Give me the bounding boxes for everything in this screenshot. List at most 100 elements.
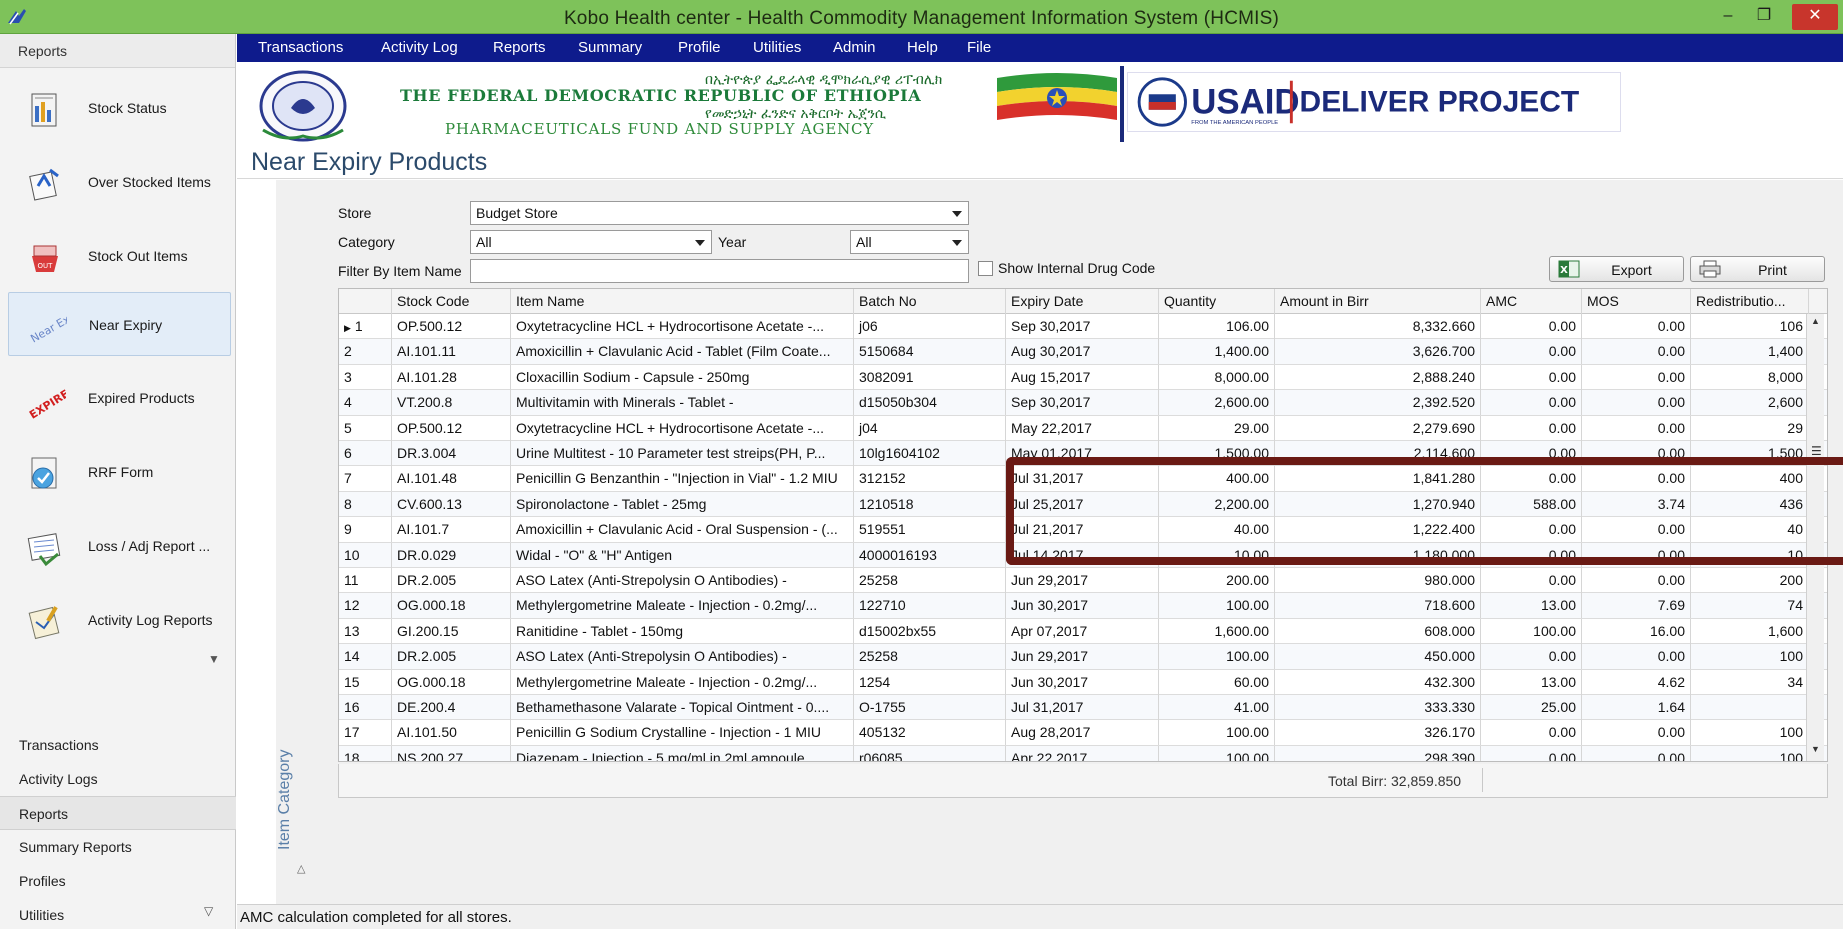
cell-quantity[interactable]: 1,400.00 <box>1159 339 1275 365</box>
cell-mos[interactable]: 0.00 <box>1582 390 1691 416</box>
menu-file[interactable]: File <box>967 39 991 56</box>
cell-batch-no[interactable]: O-1755 <box>854 695 1006 720</box>
cell-item-name[interactable]: Widal - "O" & "H" Antigen <box>511 542 854 568</box>
column-header-redistribution[interactable]: Redistributio... <box>1691 289 1809 314</box>
cell-item-name[interactable]: Ranitidine - Tablet - 150mg <box>511 618 854 644</box>
cell-mos[interactable]: 0.00 <box>1582 364 1691 390</box>
cell-amc[interactable]: 13.00 <box>1481 669 1582 695</box>
row-number[interactable]: 9 <box>339 517 392 543</box>
cell-stock-code[interactable]: DE.200.4 <box>392 695 511 720</box>
menu-utilities[interactable]: Utilities <box>753 39 801 56</box>
nav-activity-log-reports[interactable]: Activity Log Reports <box>8 588 231 652</box>
nav-near-expiry[interactable]: Near Exp Near Expiry <box>8 292 231 356</box>
cell-stock-code[interactable]: OP.500.12 <box>392 415 511 441</box>
menu-summary[interactable]: Summary <box>578 39 642 56</box>
scroll-up-icon[interactable]: ▲ <box>1811 316 1820 326</box>
cell-stock-code[interactable]: CV.600.13 <box>392 491 511 517</box>
cell-mos[interactable]: 0.00 <box>1582 542 1691 568</box>
cell-mos[interactable]: 3.74 <box>1582 491 1691 517</box>
column-header-batch-no[interactable]: Batch No <box>854 289 1006 314</box>
table-row[interactable]: 18 NS.200.27 Diazepam - Injection - 5 mg/m… <box>339 745 1827 761</box>
row-number[interactable]: 3 <box>339 364 392 390</box>
maximize-button[interactable]: ❐ <box>1746 4 1782 30</box>
row-number[interactable]: 5 <box>339 415 392 441</box>
cell-batch-no[interactable]: 25258 <box>854 568 1006 593</box>
cell-mos[interactable]: 0.00 <box>1582 568 1691 593</box>
cell-batch-no[interactable]: j04 <box>854 415 1006 441</box>
menu-help[interactable]: Help <box>907 39 938 56</box>
cell-amount[interactable]: 450.000 <box>1275 644 1481 670</box>
cell-item-name[interactable]: Cloxacillin Sodium - Capsule - 250mg <box>511 364 854 390</box>
row-number[interactable]: 13 <box>339 618 392 644</box>
cell-redistribution[interactable] <box>1691 695 1809 720</box>
cell-item-name[interactable]: Urine Multitest - 10 Parameter test stre… <box>511 441 854 466</box>
cell-amc[interactable]: 588.00 <box>1481 491 1582 517</box>
cell-amount[interactable]: 1,222.400 <box>1275 517 1481 543</box>
cell-redistribution[interactable]: 400 <box>1691 466 1809 492</box>
cell-redistribution[interactable]: 34 <box>1691 669 1809 695</box>
print-button[interactable]: Print <box>1690 256 1825 282</box>
scroll-down-icon[interactable]: ▼ <box>1811 744 1820 754</box>
cell-amount[interactable]: 608.000 <box>1275 618 1481 644</box>
cell-batch-no[interactable]: 5150684 <box>854 339 1006 365</box>
cell-expiry-date[interactable]: Apr 22,2017 <box>1006 745 1159 761</box>
cell-expiry-date[interactable]: Jul 14,2017 <box>1006 542 1159 568</box>
row-number[interactable]: 10 <box>339 542 392 568</box>
cell-redistribution[interactable]: 1,400 <box>1691 339 1809 365</box>
cell-stock-code[interactable]: AI.101.7 <box>392 517 511 543</box>
row-number[interactable]: 14 <box>339 644 392 670</box>
year-select[interactable]: All <box>850 230 969 254</box>
cell-redistribution[interactable]: 436 <box>1691 491 1809 517</box>
nav-stock-status[interactable]: Stock Status <box>8 76 231 140</box>
cell-item-name[interactable]: Penicillin G Sodium Crystalline - Inject… <box>511 720 854 746</box>
table-row[interactable]: 11 DR.2.005 ASO Latex (Anti-Strepolysin O … <box>339 568 1827 594</box>
cell-redistribution[interactable]: 2,600 <box>1691 390 1809 416</box>
cell-quantity[interactable]: 100.00 <box>1159 593 1275 619</box>
row-number[interactable]: 18 <box>339 745 392 761</box>
row-number[interactable]: 15 <box>339 669 392 695</box>
table-row[interactable]: 2 AI.101.11 Amoxicillin + Clavulanic Acid … <box>339 339 1827 365</box>
cell-amc[interactable]: 0.00 <box>1481 364 1582 390</box>
cell-quantity[interactable]: 10.00 <box>1159 542 1275 568</box>
section-transactions[interactable]: Transactions <box>0 728 236 762</box>
column-header-amount[interactable]: Amount in Birr <box>1275 289 1481 314</box>
table-row[interactable]: 16 DE.200.4 Bethamethasone Valarate - Topi… <box>339 695 1827 721</box>
cell-amc[interactable]: 0.00 <box>1481 339 1582 365</box>
collapse-triangle-icon[interactable]: △ <box>297 862 305 875</box>
row-number[interactable]: 7 <box>339 466 392 492</box>
cell-mos[interactable]: 0.00 <box>1582 745 1691 761</box>
cell-expiry-date[interactable]: Jun 30,2017 <box>1006 669 1159 695</box>
cell-batch-no[interactable]: 10lg1604102 <box>854 441 1006 466</box>
cell-redistribution[interactable]: 100 <box>1691 745 1809 761</box>
cell-batch-no[interactable]: 1254 <box>854 669 1006 695</box>
table-row[interactable]: 15 OG.000.18 Methylergometrine Maleate - I… <box>339 669 1827 695</box>
cell-redistribution[interactable]: 29 <box>1691 415 1809 441</box>
filter-item-name-input[interactable] <box>470 259 969 283</box>
cell-amc[interactable]: 25.00 <box>1481 695 1582 720</box>
store-select[interactable]: Budget Store <box>470 201 969 225</box>
cell-redistribution[interactable]: 8,000 <box>1691 364 1809 390</box>
cell-expiry-date[interactable]: May 01,2017 <box>1006 441 1159 466</box>
cell-redistribution[interactable]: 100 <box>1691 644 1809 670</box>
table-row[interactable]: 5 OP.500.12 Oxytetracycline HCL + Hydrocor… <box>339 415 1827 441</box>
cell-quantity[interactable]: 40.00 <box>1159 517 1275 543</box>
cell-amount[interactable]: 2,392.520 <box>1275 390 1481 416</box>
table-row[interactable]: 17 AI.101.50 Penicillin G Sodium Crystalli… <box>339 720 1827 746</box>
cell-mos[interactable]: 0.00 <box>1582 314 1691 339</box>
cell-item-name[interactable]: Penicillin G Benzanthin - "Injection in … <box>511 466 854 492</box>
table-row[interactable]: 6 DR.3.004 Urine Multitest - 10 Parameter … <box>339 441 1827 467</box>
cell-amc[interactable]: 0.00 <box>1481 517 1582 543</box>
row-number[interactable]: 16 <box>339 695 392 720</box>
cell-batch-no[interactable]: 519551 <box>854 517 1006 543</box>
column-header-expiry-date[interactable]: Expiry Date <box>1006 289 1159 314</box>
cell-amc[interactable]: 0.00 <box>1481 390 1582 416</box>
cell-quantity[interactable]: 100.00 <box>1159 644 1275 670</box>
table-row[interactable]: 14 DR.2.005 ASO Latex (Anti-Strepolysin O … <box>339 644 1827 670</box>
cell-stock-code[interactable]: DR.2.005 <box>392 568 511 593</box>
cell-expiry-date[interactable]: Jun 29,2017 <box>1006 568 1159 593</box>
cell-quantity[interactable]: 100.00 <box>1159 745 1275 761</box>
column-header-mos[interactable]: MOS <box>1582 289 1691 314</box>
cell-quantity[interactable]: 2,200.00 <box>1159 491 1275 517</box>
cell-mos[interactable]: 0.00 <box>1582 339 1691 365</box>
table-row[interactable]: 12 OG.000.18 Methylergometrine Maleate - I… <box>339 593 1827 619</box>
